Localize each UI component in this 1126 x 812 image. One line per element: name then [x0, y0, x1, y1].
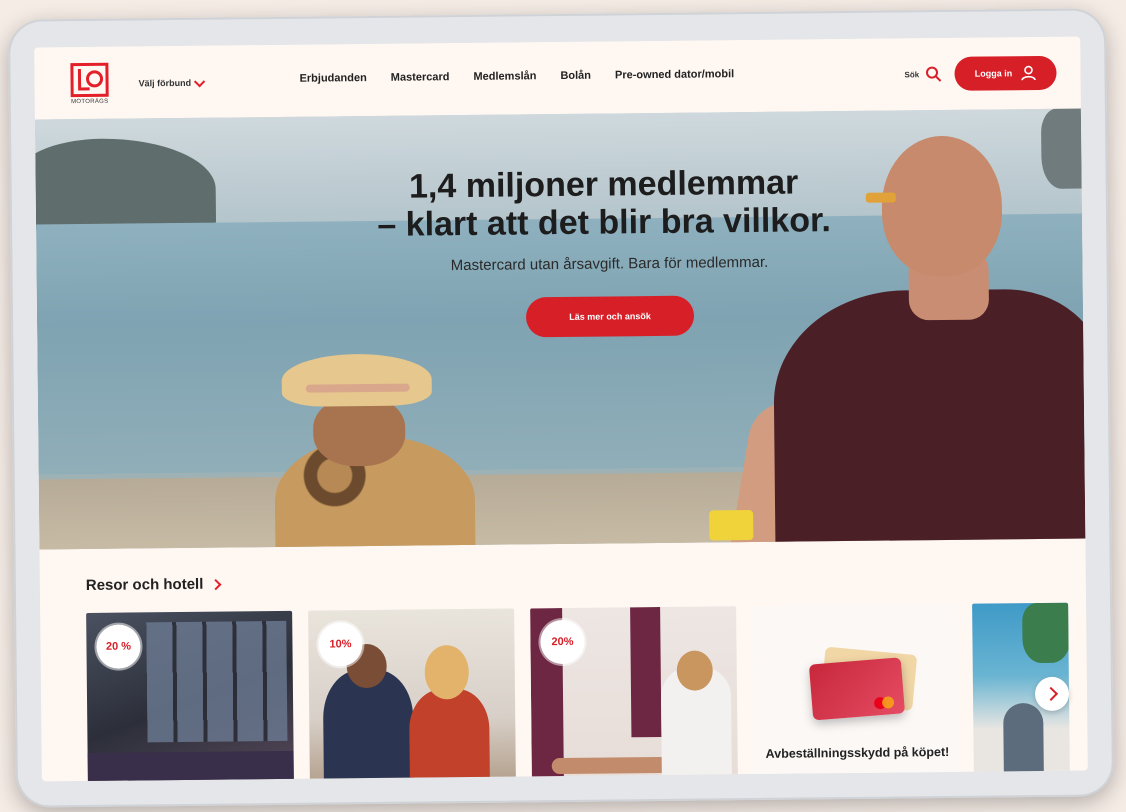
nav-item-erbjudanden[interactable]: Erbjudanden — [299, 72, 366, 85]
offer-carousel: 20 % 10% 20% Avbeställningsskydd på köpe… — [86, 602, 1088, 782]
search-icon — [925, 66, 941, 82]
nav-item-pre-owned[interactable]: Pre-owned dator/mobil — [615, 68, 734, 81]
card-photo-tree — [1022, 602, 1070, 664]
site-logo[interactable]: MOTORÄGS — [70, 62, 109, 109]
card-title: Avbeställningsskydd på köpet! — [765, 744, 950, 761]
hero-subtitle: Mastercard utan årsavgift. Bara för medl… — [450, 253, 769, 275]
card-photo-window — [146, 620, 288, 743]
discount-badge: 10% — [318, 622, 363, 667]
login-button[interactable]: Logga in — [954, 55, 1057, 91]
offer-card[interactable]: 10% — [308, 608, 516, 782]
hero-banner: 1,4 miljoner medlemmar – klart att det b… — [34, 108, 1086, 550]
lo-logo-icon — [70, 62, 109, 98]
hero-toy — [709, 509, 754, 541]
nav-item-bolan[interactable]: Bolån — [560, 70, 591, 82]
chevron-right-icon — [209, 578, 222, 590]
hero-child-hat — [281, 353, 432, 407]
hero-title: 1,4 miljoner medlemmar – klart att det b… — [125, 161, 1082, 247]
search-label: Sök — [904, 69, 920, 79]
site-header: MOTORÄGS Välj förbund Erbjudanden Master… — [34, 36, 1081, 120]
card-photo-person — [1003, 702, 1044, 782]
chevron-right-icon — [1043, 686, 1058, 701]
card-photo-curtain — [630, 606, 662, 738]
discount-badge: 20% — [540, 619, 585, 665]
card-photo-head — [676, 650, 713, 691]
mastercard-logo-icon — [873, 695, 897, 710]
offer-card[interactable]: 20 % — [86, 610, 294, 782]
credit-card-image — [808, 657, 906, 721]
chevron-down-icon — [193, 75, 205, 87]
main-nav: Erbjudanden Mastercard Medlemslån Bolån … — [299, 68, 734, 85]
union-select-dropdown[interactable]: Välj förbund — [138, 75, 205, 89]
union-select-label: Välj förbund — [138, 77, 192, 89]
tablet-frame: MOTORÄGS Välj förbund Erbjudanden Master… — [7, 8, 1115, 808]
nav-item-medlemslan[interactable]: Medlemslån — [473, 70, 536, 83]
section-title-label: Resor och hotell — [85, 575, 204, 594]
carousel-next-button[interactable] — [1034, 676, 1070, 712]
card-photo-person — [408, 688, 490, 782]
search-button[interactable]: Sök — [904, 66, 941, 82]
hero-child-hat-band — [305, 383, 410, 393]
section-title-resor[interactable]: Resor och hotell — [85, 575, 222, 594]
login-label: Logga in — [974, 68, 1013, 79]
logo-caption: MOTORÄGS — [71, 98, 109, 106]
card-photo-head — [424, 644, 470, 700]
nav-item-mastercard[interactable]: Mastercard — [391, 71, 450, 84]
hero-cta-button[interactable]: Läs mer och ansök — [525, 295, 695, 338]
user-icon — [1021, 65, 1036, 81]
hero-content: 1,4 miljoner medlemmar – klart att det b… — [35, 161, 1083, 343]
browser-screen: MOTORÄGS Välj förbund Erbjudanden Master… — [34, 36, 1088, 782]
offer-card[interactable]: Avbeställningsskydd på köpet! — [752, 603, 960, 782]
card-photo-sofa — [87, 750, 294, 782]
offer-card[interactable]: 20% — [530, 606, 738, 782]
discount-badge: 20 % — [96, 624, 141, 669]
